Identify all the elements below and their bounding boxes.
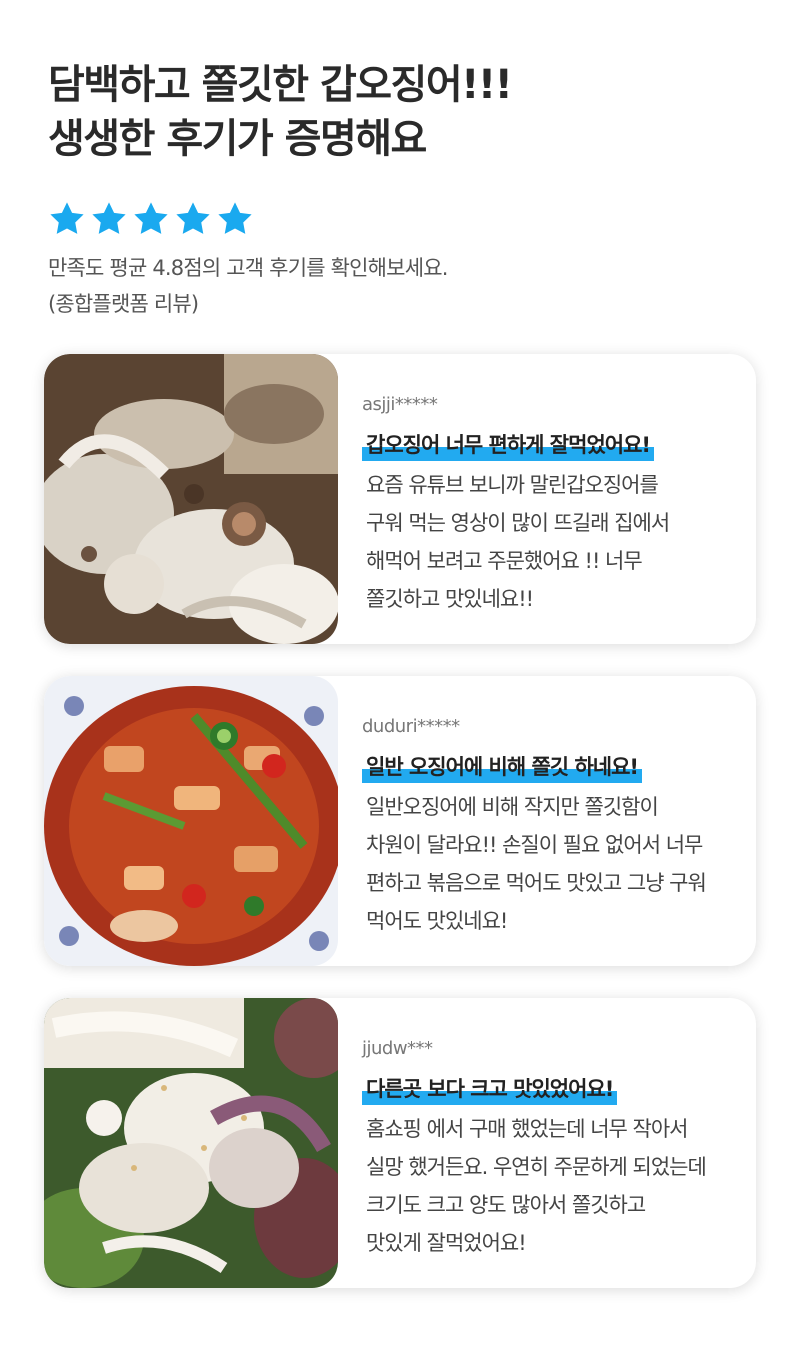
review-body: jjudw*** 다른곳 보다 크고 맛있었어요! 홈쇼핑 에서 구매 했었는데…	[362, 1038, 748, 1262]
review-username: asjji*****	[362, 394, 438, 415]
headline-line-2: 생생한 후기가 증명해요	[48, 116, 427, 162]
rating-summary-line-2: (종합플랫폼 리뷰)	[48, 292, 199, 316]
review-username: duduri*****	[362, 716, 460, 737]
rating-summary-line-1: 만족도 평균 4.8점의 고객 후기를 확인해보세요.	[48, 256, 448, 280]
review-body: asjji***** 갑오징어 너무 편하게 잘먹었어요! 요즘 유튜브 보니까…	[362, 394, 748, 618]
star-icon	[50, 202, 84, 234]
review-card: asjji***** 갑오징어 너무 편하게 잘먹었어요! 요즘 유튜브 보니까…	[44, 354, 756, 644]
star-icon	[176, 202, 210, 234]
review-card: jjudw*** 다른곳 보다 크고 맛있었어요! 홈쇼핑 에서 구매 했었는데…	[44, 998, 756, 1288]
star-icon	[134, 202, 168, 234]
review-title: 갑오징어 너무 편하게 잘먹었어요!	[362, 428, 654, 462]
review-title: 일반 오징어에 비해 쫄깃 하네요!	[362, 750, 642, 784]
review-photo-spicy-stir-fry	[44, 676, 338, 966]
review-text: 일반오징어에 비해 작지만 쫄깃함이 차원이 달라요!! 손질이 필요 없어서 …	[366, 795, 707, 933]
review-body: duduri***** 일반 오징어에 비해 쫄깃 하네요! 일반오징어에 비해…	[362, 716, 748, 940]
star-rating	[48, 200, 254, 238]
review-photo-squid-salad	[44, 998, 338, 1288]
review-card: duduri***** 일반 오징어에 비해 쫄깃 하네요! 일반오징어에 비해…	[44, 676, 756, 966]
review-title: 다른곳 보다 크고 맛있었어요!	[362, 1072, 618, 1106]
headline-line-1: 담백하고 쫄깃한 갑오징어!!!	[48, 62, 513, 108]
review-username: jjudw***	[362, 1038, 433, 1059]
review-text: 요즘 유튜브 보니까 말린갑오징어를 구워 먹는 영상이 많이 뜨길래 집에서 …	[366, 473, 670, 611]
star-icon	[92, 202, 126, 234]
rating-summary: 만족도 평균 4.8점의 고객 후기를 확인해보세요. (종합플랫폼 리뷰)	[48, 250, 448, 322]
star-icon	[218, 202, 252, 234]
review-text: 홈쇼핑 에서 구매 했었는데 너무 작아서 실망 했거든요. 우연히 주문하게 …	[366, 1117, 707, 1255]
headline: 담백하고 쫄깃한 갑오징어!!! 생생한 후기가 증명해요	[48, 58, 513, 166]
review-photo-grilled-squid	[44, 354, 338, 644]
